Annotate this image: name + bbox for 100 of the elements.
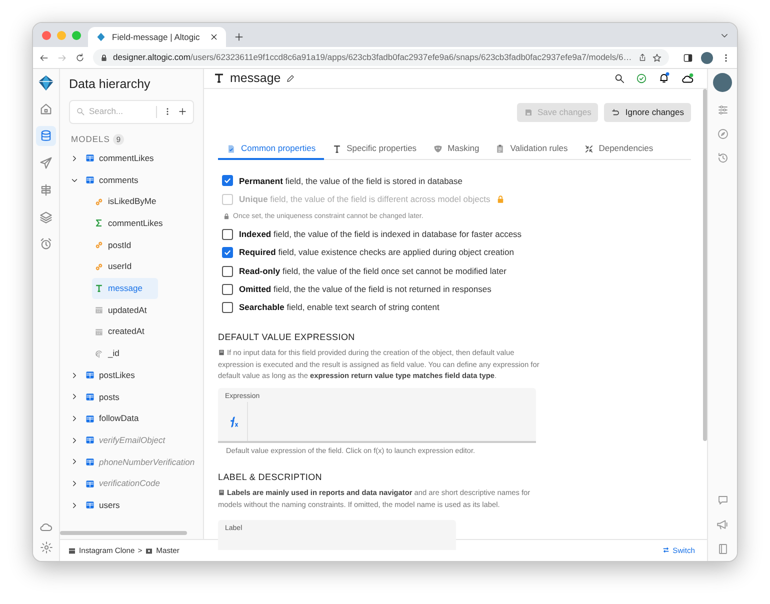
send-icon bbox=[39, 156, 53, 170]
tab[interactable]: Validation rules bbox=[487, 140, 576, 160]
profile-avatar[interactable] bbox=[701, 52, 713, 64]
table-icon bbox=[85, 392, 95, 402]
browser-tab[interactable]: Field-message | Altogic bbox=[88, 27, 226, 47]
rail-button[interactable] bbox=[36, 126, 56, 146]
link-icon bbox=[94, 196, 104, 207]
link-icon bbox=[94, 240, 104, 250]
address-bar[interactable]: designer.altogic.com/users/62323611e9f1ccd8c6a91a19/apps/623cb3fadb0fac2937efe9a6/snaps/623cb3fadb0fac2937efe9a7/models/6… bbox=[93, 49, 669, 66]
tab[interactable]: Specific properties bbox=[324, 140, 425, 160]
book-icon bbox=[218, 489, 225, 496]
checkbox[interactable] bbox=[222, 228, 233, 240]
chevron-right-icon bbox=[70, 414, 79, 424]
table-icon bbox=[85, 456, 95, 467]
option-label: Unique field, the value of the field is different across model objects bbox=[239, 192, 490, 206]
star-icon[interactable] bbox=[652, 52, 662, 62]
chevron-right-icon bbox=[70, 370, 79, 380]
sidebar-panel-icon[interactable] bbox=[683, 52, 693, 62]
option-label: Required field, value existence checks are applied during object creation bbox=[239, 246, 514, 260]
book-icon[interactable] bbox=[716, 543, 728, 555]
signpost-icon bbox=[39, 183, 53, 197]
table-icon bbox=[85, 370, 95, 380]
option-label: Read-only field, the value of the field once set cannot be modified later bbox=[239, 264, 506, 278]
sliders-icon[interactable] bbox=[716, 104, 728, 116]
layers-icon bbox=[39, 210, 53, 224]
megaphone-icon[interactable] bbox=[716, 518, 729, 531]
field-item[interactable]: updatedAt bbox=[92, 299, 158, 321]
section-label: MODELS bbox=[71, 132, 110, 146]
scrollbar[interactable] bbox=[60, 531, 187, 535]
close-icon[interactable] bbox=[210, 33, 218, 41]
field-item[interactable]: createdAt bbox=[92, 321, 158, 343]
edit-icon[interactable] bbox=[286, 74, 295, 83]
table-icon bbox=[85, 175, 95, 186]
chevron-right-icon bbox=[70, 500, 79, 510]
tab[interactable]: Masking bbox=[424, 140, 488, 160]
tree-item[interactable]: postLikes bbox=[69, 364, 194, 386]
database-icon bbox=[39, 129, 53, 143]
search-icon bbox=[76, 107, 85, 116]
checkbox[interactable] bbox=[222, 266, 233, 277]
cloud-icon[interactable] bbox=[681, 72, 694, 85]
plus-icon[interactable] bbox=[234, 32, 244, 42]
option-label: Permanent field, the value of the field is stored in database bbox=[239, 174, 462, 188]
undo-button[interactable]: Ignore changes bbox=[604, 102, 691, 122]
fingerprint-icon bbox=[94, 348, 104, 359]
undo-icon bbox=[611, 108, 620, 117]
tree-item[interactable]: comments bbox=[69, 169, 194, 191]
sidebar-title: Data hierarchy bbox=[69, 76, 152, 93]
section-heading: DEFAULT VALUE EXPRESSION bbox=[218, 330, 356, 344]
search-field[interactable]: Search... bbox=[89, 105, 149, 118]
chat-icon[interactable] bbox=[716, 494, 728, 506]
arrows-icon bbox=[584, 144, 594, 154]
logo-icon[interactable] bbox=[37, 74, 55, 92]
chevron-down-icon[interactable] bbox=[720, 31, 729, 40]
back-icon[interactable] bbox=[39, 52, 49, 62]
history-icon[interactable] bbox=[716, 152, 728, 164]
clipboard-icon bbox=[495, 144, 506, 154]
document-check-icon bbox=[226, 144, 236, 154]
table-icon bbox=[85, 500, 95, 510]
field-item[interactable]: postId bbox=[92, 234, 158, 256]
field-item[interactable]: isLikedByMe bbox=[92, 190, 160, 213]
url-text: designer.altogic.com/users/62323611e9f1ccd8c6a91a19/apps/623cb3fadb0fac2937efe9a6/snaps/623cb3fadb0fac2937efe9a7/models/6… bbox=[113, 51, 632, 64]
share-icon[interactable] bbox=[638, 53, 647, 62]
tree-item[interactable]: followData bbox=[69, 408, 194, 430]
user-avatar[interactable] bbox=[713, 73, 732, 92]
checkbox[interactable] bbox=[222, 302, 233, 314]
tab[interactable]: Common properties bbox=[218, 140, 324, 160]
chevron-right-icon bbox=[70, 154, 79, 163]
chevron-right-icon bbox=[70, 479, 79, 488]
field-item[interactable]: commentLikes bbox=[92, 212, 167, 234]
text-type-icon bbox=[94, 283, 104, 294]
tree-item[interactable]: posts bbox=[69, 386, 194, 408]
tab[interactable]: Dependencies bbox=[576, 140, 662, 160]
option-label: Indexed field, the value of the field is indexed in database for faster access bbox=[239, 228, 522, 241]
chevron-right-icon bbox=[70, 392, 79, 402]
option-label: Omitted field, the the value of the field is not returned in responses bbox=[239, 283, 492, 296]
table-icon bbox=[85, 414, 95, 424]
search-icon[interactable] bbox=[614, 72, 625, 84]
add-icon[interactable] bbox=[178, 107, 187, 116]
lock-icon bbox=[223, 213, 230, 220]
bell-icon[interactable] bbox=[658, 72, 670, 84]
home-icon bbox=[39, 102, 53, 116]
checkbox[interactable] bbox=[222, 175, 233, 186]
field-item[interactable]: _id bbox=[92, 342, 158, 364]
checkbox[interactable] bbox=[222, 247, 233, 258]
reload-icon[interactable] bbox=[75, 52, 85, 62]
checkbox[interactable] bbox=[222, 284, 233, 295]
tree-item[interactable]: users bbox=[69, 494, 194, 516]
compass-icon[interactable] bbox=[716, 128, 728, 140]
tree-item[interactable]: commentLikes bbox=[69, 148, 194, 170]
check-circle-icon[interactable] bbox=[636, 72, 647, 84]
field-title: message bbox=[230, 70, 281, 87]
server-icon bbox=[68, 546, 76, 554]
diamond-icon bbox=[96, 32, 106, 42]
text-type-icon bbox=[213, 72, 225, 84]
scrollbar[interactable] bbox=[703, 88, 707, 441]
field-item[interactable]: message bbox=[92, 278, 158, 300]
settings-icon[interactable] bbox=[40, 541, 52, 554]
calendar-icon bbox=[94, 305, 104, 316]
field-item[interactable]: userId bbox=[92, 256, 158, 278]
mask-icon bbox=[432, 144, 443, 154]
